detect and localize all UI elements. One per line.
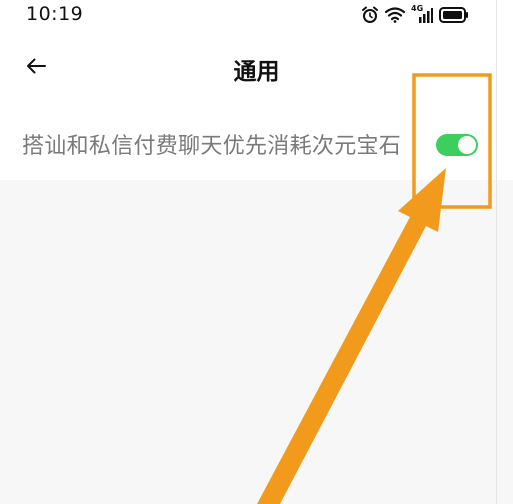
annotation-arrow (257, 168, 446, 504)
status-time: 10:19 (26, 3, 84, 25)
status-bar: 10:19 4G (0, 0, 513, 30)
gem-priority-toggle[interactable] (436, 134, 478, 156)
page-title: 通用 (233, 59, 280, 85)
alarm-icon (361, 6, 379, 24)
setting-label: 搭讪和私信付费聊天优先消耗次元宝石 (22, 134, 402, 159)
wifi-icon (385, 7, 405, 23)
status-icons: 4G (361, 4, 469, 25)
battery-icon (439, 7, 469, 23)
setting-row-gem-priority[interactable]: 搭讪和私信付费聊天优先消耗次元宝石 (0, 104, 513, 180)
screen-edge-divider (496, 0, 497, 504)
navigation-header: 通用 (0, 30, 513, 104)
settings-screen: 10:19 4G 通用 搭讪和私信付费聊天优先消耗次元宝石 (0, 0, 513, 504)
cellular-signal-icon: 4G (411, 4, 433, 24)
toggle-knob (458, 136, 476, 154)
